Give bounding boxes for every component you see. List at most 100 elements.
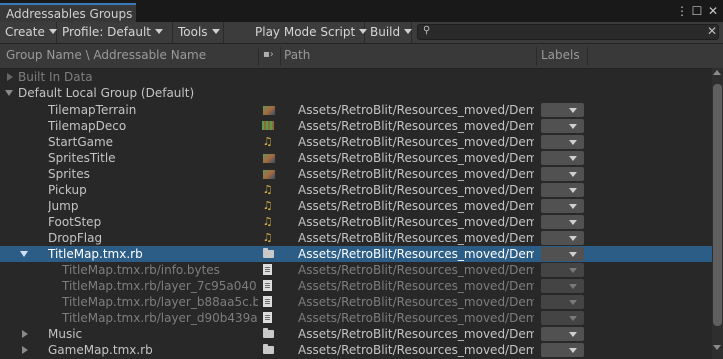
sprite-icon xyxy=(262,153,276,164)
labels-dropdown[interactable] xyxy=(541,103,584,117)
collapse-arrow-icon[interactable] xyxy=(20,251,28,257)
more-options-icon[interactable]: ⋮ xyxy=(675,4,689,18)
scroll-up-icon[interactable] xyxy=(713,70,721,75)
chevron-down-icon xyxy=(569,188,577,193)
labels-dropdown[interactable] xyxy=(541,247,584,261)
entry-row[interactable]: SpritesTitle Assets/RetroBlit/Resources_m… xyxy=(0,150,712,166)
entry-path: Assets/RetroBlit/Resources_moved/Demos xyxy=(298,167,534,181)
entry-path: Assets/RetroBlit/Resources_moved/Demos xyxy=(298,327,534,341)
entry-path: Assets/RetroBlit/Resources_moved/Demos xyxy=(298,295,534,309)
chevron-down-icon xyxy=(404,29,413,34)
entry-row[interactable]: TitleMap.tmx.rb/info.bytes Assets/RetroBl… xyxy=(0,262,712,278)
entry-row[interactable]: TitleMap.tmx.rb/layer_b88aa5c.bytes Asset… xyxy=(0,294,712,310)
labels-dropdown[interactable] xyxy=(541,327,584,341)
column-divider[interactable] xyxy=(536,47,537,66)
chevron-down-icon xyxy=(569,204,577,209)
entry-name: Pickup xyxy=(48,183,87,197)
play-mode-script-dropdown[interactable]: Play Mode Script xyxy=(250,22,368,43)
create-button[interactable]: Create xyxy=(0,22,57,43)
play-mode-script-label: Play Mode Script xyxy=(255,25,356,39)
profile-label: Profile: Default xyxy=(62,25,152,39)
entry-row[interactable]: TilemapTerrain Assets/RetroBlit/Resources… xyxy=(0,102,712,118)
entry-row[interactable]: Jump ♫ Assets/RetroBlit/Resources_moved/De… xyxy=(0,198,712,214)
audio-icon: ♫ xyxy=(262,215,273,228)
entry-path: Assets/RetroBlit/Resources_moved/Demos xyxy=(298,151,534,165)
entry-path: Assets/RetroBlit/Resources_moved/Demos xyxy=(298,311,534,325)
tools-dropdown[interactable]: Tools xyxy=(173,22,224,43)
expand-arrow-icon[interactable] xyxy=(22,330,28,338)
search-clear-icon[interactable]: ✕ xyxy=(707,24,717,38)
sprite-icon xyxy=(262,169,276,180)
scrollbar-thumb[interactable] xyxy=(713,84,722,326)
entry-row[interactable]: TitleMap.tmx.rb/layer_7c95a040.bytes Asse… xyxy=(0,278,712,294)
entry-path: Assets/RetroBlit/Resources_moved/Demos xyxy=(298,135,534,149)
entry-row[interactable]: Sprites Assets/RetroBlit/Resources_moved/… xyxy=(0,166,712,182)
entry-name: TitleMap.tmx.rb xyxy=(48,247,143,261)
group-row-default[interactable]: Default Local Group (Default) xyxy=(0,85,712,101)
labels-dropdown[interactable] xyxy=(541,119,584,133)
collapse-arrow-icon[interactable] xyxy=(5,90,13,96)
labels-dropdown[interactable] xyxy=(541,311,584,325)
header-labels[interactable]: Labels xyxy=(541,48,580,62)
header-group-name[interactable]: Group Name \ Addressable Name xyxy=(6,48,206,62)
create-label: Create xyxy=(5,25,45,39)
entry-row[interactable]: DropFlag ♫ Assets/RetroBlit/Resources_move… xyxy=(0,230,712,246)
entry-row[interactable]: TitleMap.tmx.rb/layer_d90b439a.bytes Asse… xyxy=(0,310,712,326)
labels-dropdown[interactable] xyxy=(541,183,584,197)
entry-name: TitleMap.tmx.rb/layer_b88aa5c.bytes xyxy=(62,295,258,309)
chevron-down-icon xyxy=(569,108,577,113)
search-input[interactable] xyxy=(417,24,719,40)
profile-dropdown[interactable]: Profile: Default xyxy=(57,22,173,43)
column-divider[interactable] xyxy=(280,47,281,66)
entry-path: Assets/RetroBlit/Resources_moved/Demos xyxy=(298,263,534,277)
search-icon: ⚲ xyxy=(423,25,431,36)
maximize-icon[interactable]: ☐ xyxy=(690,4,704,18)
entry-path: Assets/RetroBlit/Resources_moved/Demos xyxy=(298,119,534,133)
entry-path: Assets/RetroBlit/Resources_moved/Demos xyxy=(298,199,534,213)
labels-dropdown[interactable] xyxy=(541,135,584,149)
labels-dropdown[interactable] xyxy=(541,231,584,245)
audio-icon: ♫ xyxy=(262,183,273,196)
labels-dropdown[interactable] xyxy=(541,343,584,357)
entry-row[interactable]: StartGame ♫ Assets/RetroBlit/Resources_mov… xyxy=(0,134,712,150)
folder-icon xyxy=(263,248,274,258)
scroll-down-icon[interactable] xyxy=(713,345,721,350)
header-path[interactable]: Path xyxy=(284,48,310,62)
window-tab[interactable]: Addressables Groups xyxy=(0,3,136,22)
entry-path: Assets/RetroBlit/Resources_moved/Demos xyxy=(298,103,534,117)
build-label: Build xyxy=(370,25,401,39)
labels-dropdown[interactable] xyxy=(541,295,584,309)
folder-icon xyxy=(263,328,274,338)
audio-icon: ♫ xyxy=(262,135,273,148)
chevron-down-icon xyxy=(569,284,577,289)
labels-dropdown[interactable] xyxy=(541,263,584,277)
entry-row[interactable]: FootStep ♫ Assets/RetroBlit/Resources_move… xyxy=(0,214,712,230)
file-icon xyxy=(263,280,272,291)
entry-name: Sprites xyxy=(48,167,90,181)
labels-dropdown[interactable] xyxy=(541,279,584,293)
entry-row[interactable]: GameMap.tmx.rb Assets/RetroBlit/Resources… xyxy=(0,342,712,358)
chevron-down-icon xyxy=(569,268,577,273)
entry-row[interactable]: TilemapDeco Assets/RetroBlit/Resources_mo… xyxy=(0,118,712,134)
entry-name: GameMap.tmx.rb xyxy=(48,343,153,357)
column-divider[interactable] xyxy=(587,47,588,66)
labels-dropdown[interactable] xyxy=(541,167,584,181)
type-column-icon[interactable]: ▪› xyxy=(263,49,274,60)
entry-name: TilemapDeco xyxy=(48,119,127,133)
entry-row[interactable]: Music Assets/RetroBlit/Resources_moved/De… xyxy=(0,326,712,342)
entry-row[interactable]: TitleMap.tmx.rb Assets/RetroBlit/Resource… xyxy=(0,246,712,262)
expand-arrow-icon[interactable] xyxy=(22,346,28,354)
column-divider[interactable] xyxy=(258,47,259,66)
entry-path: Assets/RetroBlit/Resources_moved/Demos xyxy=(298,215,534,229)
labels-dropdown[interactable] xyxy=(541,215,584,229)
build-dropdown[interactable]: Build xyxy=(365,22,413,43)
chevron-down-icon xyxy=(569,332,577,337)
labels-dropdown[interactable] xyxy=(541,199,584,213)
chevron-down-icon xyxy=(569,252,577,257)
chevron-down-icon xyxy=(569,220,577,225)
labels-dropdown[interactable] xyxy=(541,151,584,165)
entry-row[interactable]: Pickup ♫ Assets/RetroBlit/Resources_moved/… xyxy=(0,182,712,198)
expand-arrow-icon[interactable] xyxy=(7,73,13,81)
group-row-built-in[interactable]: Built In Data xyxy=(0,69,712,85)
close-icon[interactable]: ✕ xyxy=(706,4,720,18)
